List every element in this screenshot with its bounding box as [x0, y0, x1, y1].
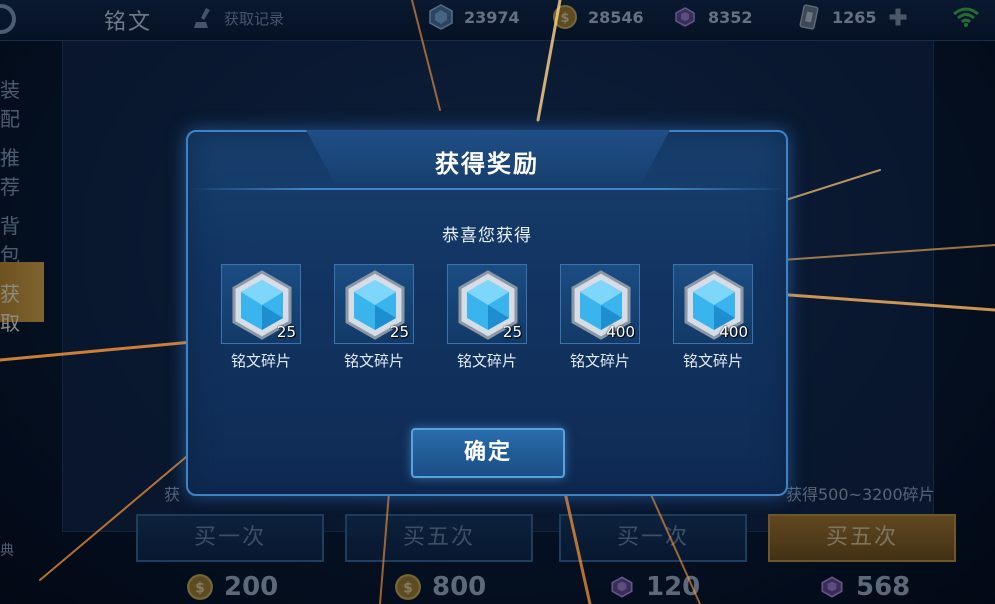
- sidebar-item-obtain[interactable]: 获取: [0, 262, 44, 335]
- sidebar-item-bag[interactable]: 背包: [0, 194, 44, 267]
- reward-slot: 400: [673, 264, 753, 344]
- price-buy-five-crystal: 568: [818, 572, 910, 602]
- resource-crystal: 8352: [672, 4, 753, 30]
- resource-coupon: 1265: [796, 4, 909, 30]
- price-buy-five-gold: $ 800: [394, 572, 486, 602]
- price-value: 800: [432, 572, 487, 602]
- history-label: 获取记录: [224, 9, 285, 28]
- purple-crystal-icon: [675, 7, 695, 27]
- buy-once-crystal-button[interactable]: 买一次: [559, 514, 747, 562]
- modal-header-divider: [188, 188, 786, 190]
- reward-item[interactable]: 400 铭文碎片: [673, 264, 753, 371]
- sidebar-item-label: 推荐: [0, 146, 20, 199]
- plus-icon[interactable]: [887, 6, 909, 28]
- reward-name: 铭文碎片: [456, 352, 517, 370]
- page-title: 铭文: [104, 10, 153, 35]
- gold-count: 28546: [588, 7, 644, 27]
- sidebar-bottom-item[interactable]: 典: [0, 540, 14, 560]
- back-button[interactable]: [0, 4, 16, 34]
- buy-once-gold-button[interactable]: 买一次: [136, 514, 324, 562]
- reward-item[interactable]: 25 铭文碎片: [221, 264, 301, 371]
- reward-item[interactable]: 25 铭文碎片: [447, 264, 527, 371]
- reward-slot: 25: [334, 264, 414, 344]
- reward-name: 铭文碎片: [343, 352, 404, 370]
- reward-slot: 25: [221, 264, 301, 344]
- reward-count: 25: [276, 323, 296, 341]
- svg-text:$: $: [403, 580, 413, 596]
- reward-slot: 25: [447, 264, 527, 344]
- sidebar-item-label: 装配: [0, 78, 20, 131]
- resource-gold: $ 28546: [552, 4, 644, 30]
- shop-hint-right: 获得500~3200碎片: [786, 485, 935, 504]
- price-buy-once-crystal: 120: [608, 572, 700, 602]
- reward-name: 铭文碎片: [230, 352, 291, 370]
- shop-hint-left: 获: [164, 485, 181, 504]
- coupon-icon: [799, 4, 819, 30]
- gold-coin-icon: $: [553, 5, 577, 29]
- price-value: 568: [856, 572, 911, 602]
- resource-diamond: 23974: [428, 4, 520, 30]
- reward-count: 400: [606, 323, 635, 341]
- gold-coin-icon: $: [395, 574, 421, 600]
- sidebar-item-label: 背包: [0, 214, 20, 267]
- modal-subtitle: 恭喜您获得: [442, 226, 532, 246]
- reward-count: 400: [719, 323, 748, 341]
- coupon-count: 1265: [832, 7, 877, 27]
- reward-slot: 400: [560, 264, 640, 344]
- reward-item[interactable]: 25 铭文碎片: [334, 264, 414, 371]
- history-link[interactable]: 获取记录: [192, 6, 284, 30]
- price-value: 200: [224, 572, 279, 602]
- reward-name: 铭文碎片: [682, 352, 743, 370]
- reward-modal: 获得奖励 恭喜您获得 25 铭文碎片 25 铭文碎片 25 铭文碎片 400 铭…: [186, 130, 788, 496]
- diamond-count: 23974: [464, 7, 520, 27]
- broom-icon: [194, 8, 210, 28]
- price-value: 120: [646, 572, 701, 602]
- reward-name: 铭文碎片: [569, 352, 630, 370]
- svg-text:$: $: [560, 11, 569, 26]
- wifi-icon: [953, 7, 979, 27]
- sidebar-item-label: 获取: [0, 282, 20, 335]
- sidebar-item-recommend[interactable]: 推荐: [0, 126, 44, 199]
- sidebar-bottom-label: 典: [0, 543, 14, 559]
- top-bar: 铭文 获取记录 23974 $ 28546 8352 1265: [0, 0, 995, 41]
- buy-five-gold-button[interactable]: 买五次: [345, 514, 533, 562]
- diamond-icon: [429, 4, 453, 30]
- purple-crystal-icon: [821, 576, 843, 598]
- reward-count: 25: [502, 323, 522, 341]
- reward-count: 25: [389, 323, 409, 341]
- purple-crystal-icon: [611, 576, 633, 598]
- price-buy-once-gold: $ 200: [186, 572, 278, 602]
- gold-coin-icon: $: [187, 574, 213, 600]
- sidebar-item-equip[interactable]: 装配: [0, 58, 44, 131]
- crystal-count: 8352: [708, 7, 753, 27]
- buy-five-crystal-button[interactable]: 买五次: [768, 514, 956, 562]
- svg-text:$: $: [195, 580, 205, 596]
- confirm-button[interactable]: 确定: [411, 428, 565, 478]
- reward-item[interactable]: 400 铭文碎片: [560, 264, 640, 371]
- modal-title: 获得奖励: [435, 150, 539, 178]
